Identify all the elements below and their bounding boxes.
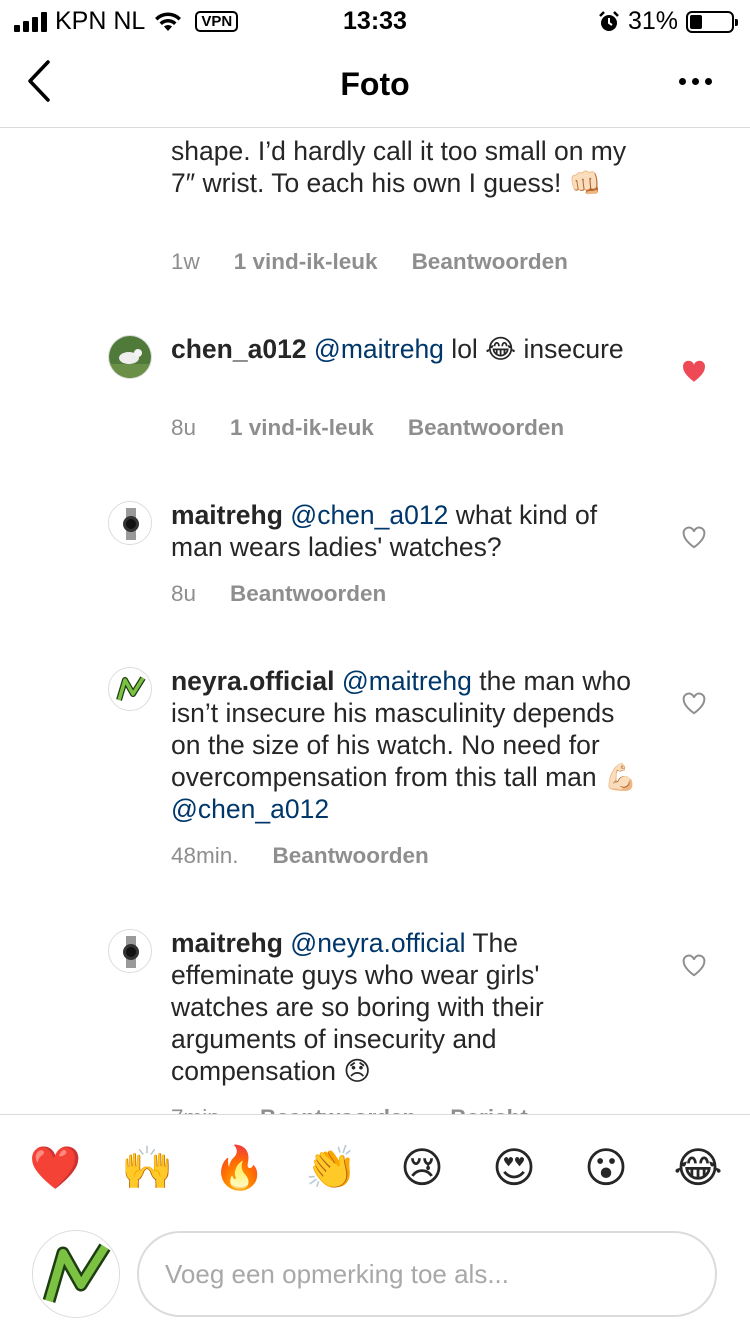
dog-photo-avatar [109, 336, 151, 378]
reply-button[interactable]: Beantwoorden [230, 581, 386, 607]
nav-header: Foto [0, 42, 750, 128]
comment-time: 8u [171, 415, 197, 440]
reply-button[interactable]: Beantwoorden [260, 1105, 416, 1114]
avatar[interactable] [108, 501, 152, 545]
comment-meta: 8u Beantwoorden [171, 581, 386, 607]
comment-list[interactable]: shape. I’d hardly call it too small on m… [0, 129, 750, 1114]
alarm-icon [599, 10, 619, 31]
comment-composer: Voeg een opmerking toe als... [0, 1222, 750, 1334]
reply-button[interactable]: Beantwoorden [408, 415, 564, 441]
comment-username[interactable]: maitrehg [171, 500, 283, 530]
comment-username[interactable]: chen_a012 [171, 334, 307, 364]
watch-avatar [109, 502, 151, 544]
message-button[interactable]: Bericht [450, 1105, 528, 1114]
comment-mention[interactable]: @neyra.official [290, 928, 465, 958]
comment-time: 48min. [171, 843, 239, 868]
heart-outline-icon[interactable] [681, 953, 707, 979]
comment-mention[interactable]: @chen_a012 [290, 500, 448, 530]
comment-text: maitrehg @chen_a012 what kind of man wea… [171, 500, 598, 562]
reply-button[interactable]: Beantwoorden [273, 843, 429, 869]
comment-mention[interactable]: @maitrehg [342, 666, 472, 696]
comment-username[interactable]: maitrehg [171, 928, 283, 958]
comment-likes[interactable]: 1 vind-ik-leuk [230, 415, 374, 441]
emoji-fire[interactable]: 🔥 [213, 1143, 265, 1193]
avatar[interactable] [108, 929, 152, 973]
emoji-raising-hands[interactable]: 🙌 [121, 1143, 173, 1193]
comment-time: 1w [171, 249, 200, 274]
comment-input[interactable]: Voeg een opmerking toe als... [137, 1231, 717, 1317]
comment-time: 8u [171, 581, 197, 606]
emoji-heart-eyes[interactable]: 😍 [489, 1143, 539, 1193]
comment-likes[interactable]: 1 vind-ik-leuk [234, 249, 378, 275]
comment-text: maitrehg @neyra.official The effeminate … [171, 928, 544, 1086]
battery-percentage: 31% [627, 7, 678, 35]
neyra-logo-avatar [109, 668, 151, 710]
avatar[interactable] [108, 335, 152, 379]
avatar[interactable] [108, 667, 152, 711]
emoji-quick-bar: ❤️ 🙌 🔥 👏 😢 😍 😮 😂 [0, 1114, 750, 1222]
reply-button[interactable]: Beantwoorden [412, 249, 568, 275]
watch-avatar [109, 930, 151, 972]
comment-text: shape. I’d hardly call it too small on m… [171, 136, 627, 198]
more-horizontal-icon[interactable] [679, 78, 712, 85]
comment-mention[interactable]: @chen_a012 [171, 794, 329, 824]
battery-fill [690, 14, 703, 29]
emoji-surprised[interactable]: 😮 [581, 1143, 631, 1193]
comment-meta: 8u 1 vind-ik-leuk Beantwoorden [171, 415, 564, 441]
neyra-logo-avatar [33, 1231, 119, 1317]
avatar [32, 1230, 120, 1318]
emoji-crying[interactable]: 😢 [397, 1143, 447, 1193]
heart-filled-icon[interactable] [681, 359, 707, 385]
status-bar: KPN NL VPN 13:33 31% [0, 0, 750, 42]
comment-text: neyra.official @maitrehg the man who isn… [171, 666, 638, 824]
comment-meta: 1w 1 vind-ik-leuk Beantwoorden [171, 249, 568, 275]
comment-text: chen_a012 @maitrehg lol 😂 insecure [171, 334, 624, 364]
comment-meta: 48min. Beantwoorden [171, 843, 429, 869]
battery-icon [686, 10, 738, 33]
heart-outline-icon[interactable] [681, 691, 707, 717]
emoji-heart[interactable]: ❤️ [29, 1143, 81, 1193]
comment-mention[interactable]: @maitrehg [314, 334, 444, 364]
comment-time: 7min. [171, 1105, 226, 1114]
heart-outline-icon[interactable] [681, 525, 707, 551]
comment-meta: 7min. Beantwoorden Bericht [171, 1105, 528, 1114]
page-title: Foto [340, 66, 410, 102]
comment-username[interactable]: neyra.official [171, 666, 334, 696]
emoji-clapping[interactable]: 👏 [305, 1143, 357, 1193]
emoji-laughing[interactable]: 😂 [673, 1143, 723, 1193]
